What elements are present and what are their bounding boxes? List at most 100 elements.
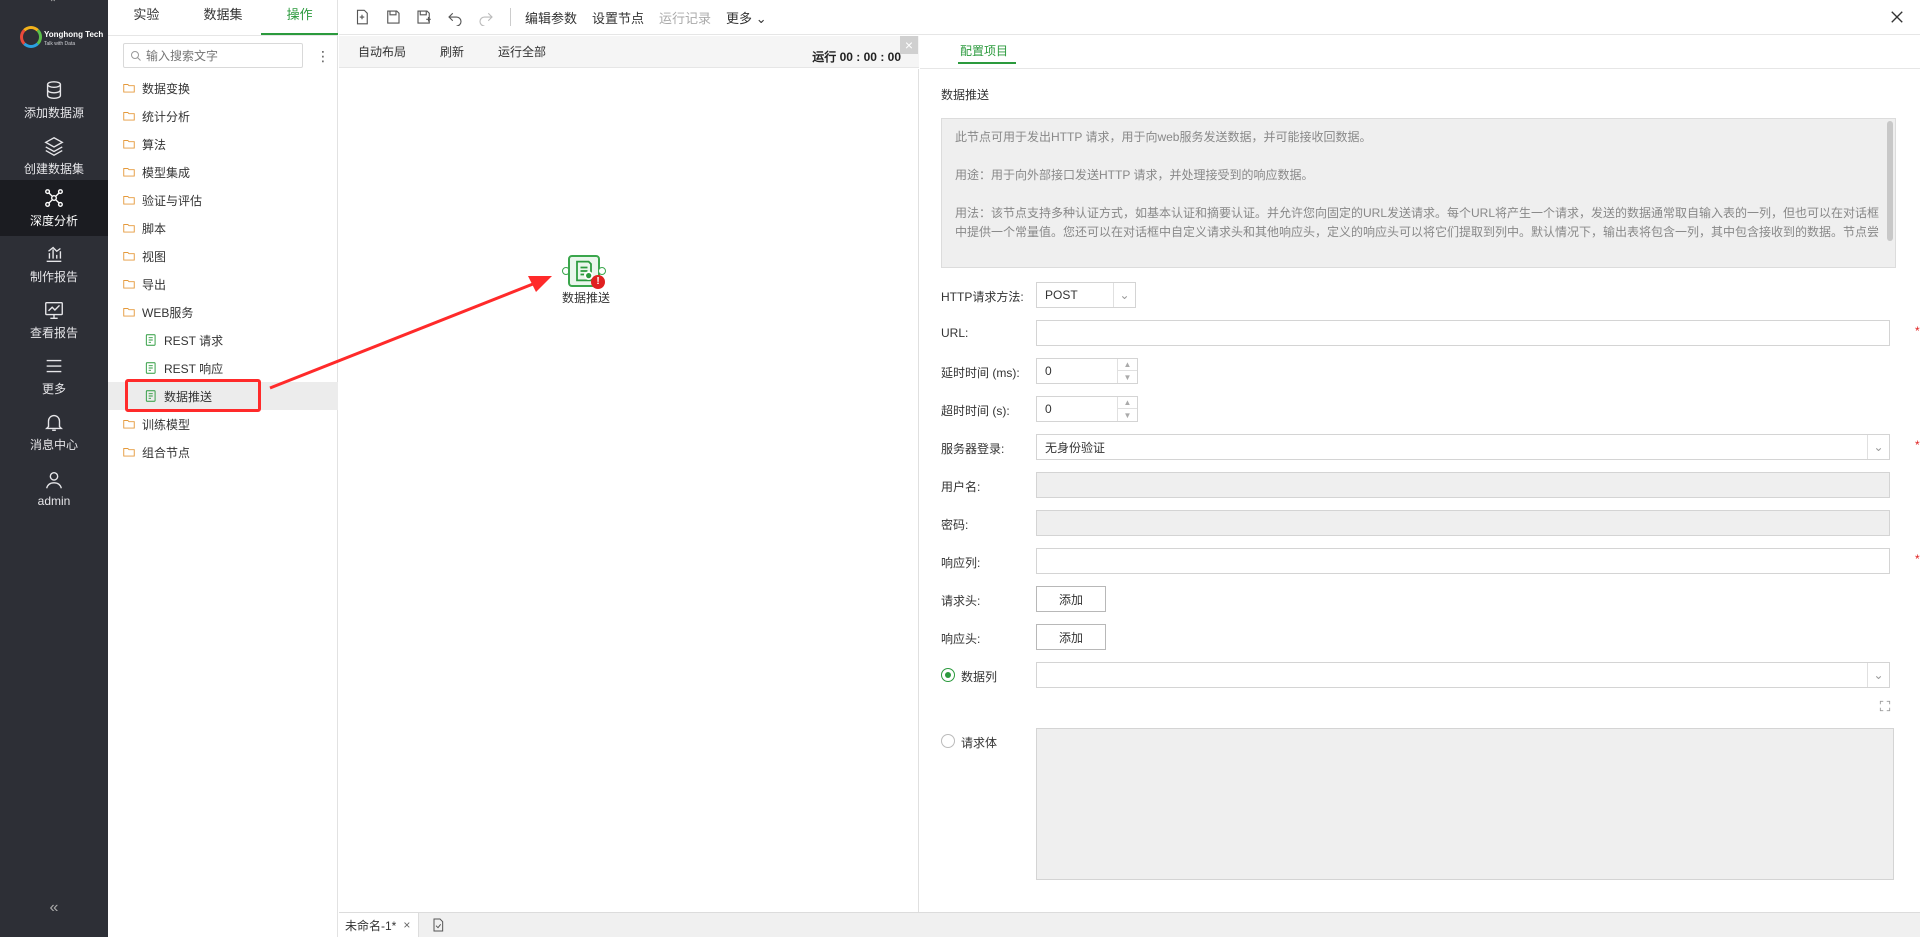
tree-folder[interactable]: 算法: [108, 130, 338, 158]
tree-folder[interactable]: 验证与评估: [108, 186, 338, 214]
folder-icon: [123, 280, 135, 289]
tree-folder[interactable]: 数据变换: [108, 74, 338, 102]
brand-logo[interactable]: Yonghong Tech Talk with Data: [0, 22, 108, 62]
stepper-up-icon[interactable]: ▲: [1118, 397, 1137, 409]
section-title: 数据推送: [941, 88, 990, 102]
tree-folder[interactable]: 模型集成: [108, 158, 338, 186]
more-vertical-icon[interactable]: ⋮: [316, 47, 330, 65]
tree-folder[interactable]: 视图: [108, 242, 338, 270]
tree-folder[interactable]: 导出: [108, 270, 338, 298]
redo-icon[interactable]: [477, 8, 495, 26]
nav-label: 更多: [41, 382, 66, 396]
folder-icon: [123, 196, 135, 205]
nav-message-center[interactable]: 消息中心: [0, 404, 108, 460]
field-request-header: 请求头: 添加: [941, 586, 1916, 612]
tree-folder-label: 训练模型: [142, 417, 191, 432]
tree-folder[interactable]: 脚本: [108, 214, 338, 242]
chevron-up-icon[interactable]: ⌃: [46, 0, 60, 9]
delay-label: 延时时间 (ms):: [941, 366, 1020, 380]
data-column-label: 数据列: [961, 670, 998, 684]
nav-label: 添加数据源: [23, 106, 84, 120]
username-input[interactable]: [1036, 472, 1890, 498]
stepper-up-icon[interactable]: ▲: [1118, 359, 1137, 371]
stepper-buttons: ▲ ▼: [1117, 397, 1137, 421]
collapse-panel-icon[interactable]: ×: [900, 36, 918, 54]
more-button[interactable]: 更多 ⌄: [726, 8, 767, 27]
bell-icon: [45, 414, 63, 431]
refresh-button[interactable]: 刷新: [440, 43, 464, 60]
run-timer-label: 运行: [812, 50, 837, 64]
tab-config[interactable]: 配置项目: [958, 42, 1017, 64]
url-input[interactable]: [1036, 320, 1890, 346]
tree-node-item[interactable]: REST 响应: [108, 354, 338, 382]
edit-params-button[interactable]: 编辑参数: [525, 8, 577, 27]
node-label: 数据推送: [561, 291, 610, 305]
stepper-down-icon[interactable]: ▼: [1118, 409, 1137, 421]
search-input[interactable]: [146, 48, 296, 63]
login-select[interactable]: 无身份验证 ⌄: [1036, 434, 1890, 460]
tree-node-label: REST 响应: [164, 361, 224, 376]
delay-stepper[interactable]: 0 ▲ ▼: [1036, 358, 1138, 384]
expand-icon[interactable]: [1878, 699, 1892, 713]
nav-user-admin[interactable]: admin: [0, 460, 108, 516]
undo-icon[interactable]: [446, 8, 464, 26]
set-node-button[interactable]: 设置节点: [592, 8, 644, 27]
nav-view-report[interactable]: 查看报告: [0, 292, 108, 348]
tree-folder-label: WEB服务: [142, 305, 194, 320]
save-icon[interactable]: [384, 8, 402, 26]
tree-folder[interactable]: 训练模型: [108, 410, 338, 438]
tab-experiment[interactable]: 实验: [108, 0, 185, 35]
tree-folder[interactable]: 统计分析: [108, 102, 338, 130]
search-icon: [131, 50, 141, 61]
collapse-nav-icon[interactable]: «: [0, 899, 108, 917]
data-column-select[interactable]: ⌄: [1036, 662, 1890, 688]
nav-more[interactable]: 更多: [0, 348, 108, 404]
run-history-button[interactable]: 运行记录: [659, 8, 711, 27]
tree-folder[interactable]: 组合节点: [108, 438, 338, 466]
timeout-value: 0: [1045, 402, 1052, 416]
timeout-stepper[interactable]: 0 ▲ ▼: [1036, 396, 1138, 422]
required-mark: *: [1915, 324, 1920, 338]
field-username: 用户名:: [941, 472, 1916, 498]
tab-operations[interactable]: 操作: [261, 0, 339, 35]
nav-create-dataset[interactable]: 创建数据集: [0, 128, 108, 184]
more-label: 更多: [726, 10, 753, 26]
canvas-toolbar: 自动布局 刷新 运行全部 运行 00 : 00 : 00: [339, 36, 919, 68]
output-port[interactable]: [598, 267, 606, 275]
nav-deep-analysis[interactable]: 深度分析: [0, 180, 108, 236]
flow-node-data-push[interactable]: ! 数据推送: [562, 255, 610, 305]
password-input[interactable]: [1036, 510, 1890, 536]
nav-make-report[interactable]: 制作报告: [0, 236, 108, 292]
workflow-canvas[interactable]: × ! 数据推送: [339, 36, 919, 912]
username-label: 用户名:: [941, 480, 981, 494]
logo-ring-icon: [20, 26, 42, 48]
new-tab-icon[interactable]: [429, 917, 447, 933]
scrollbar[interactable]: [1887, 121, 1893, 241]
chevron-down-icon: ⌄: [755, 10, 767, 26]
document-tab[interactable]: 未命名-1* ×: [339, 913, 420, 937]
close-icon[interactable]: [1888, 8, 1906, 26]
response-column-input[interactable]: [1036, 548, 1890, 574]
nav-label: 查看报告: [29, 326, 78, 340]
stepper-down-icon[interactable]: ▼: [1118, 371, 1137, 383]
tree-folder[interactable]: WEB服务: [108, 298, 338, 326]
operations-tree-panel: 实验 数据集 操作 ⋮ 数据变换统计分析算法模型集成验证与评估脚本视图导出 WEB…: [108, 0, 339, 937]
new-file-icon[interactable]: [353, 8, 371, 26]
nav-add-datasource[interactable]: 添加数据源: [0, 72, 108, 128]
add-request-header-button[interactable]: 添加: [1036, 586, 1106, 612]
folder-icon: [123, 112, 135, 121]
tree-node-item[interactable]: REST 请求: [108, 326, 338, 354]
chevron-down-icon: ⌄: [1867, 663, 1889, 687]
nav-label: 消息中心: [29, 438, 78, 452]
auto-layout-button[interactable]: 自动布局: [358, 43, 406, 60]
run-all-button[interactable]: 运行全部: [498, 43, 546, 60]
request-body-textarea[interactable]: [1036, 728, 1894, 880]
close-tab-icon[interactable]: ×: [403, 918, 410, 932]
tab-dataset[interactable]: 数据集: [185, 0, 262, 35]
add-response-header-button[interactable]: 添加: [1036, 624, 1106, 650]
data-column-radio[interactable]: [941, 668, 955, 682]
tree-folder-label: 统计分析: [142, 109, 191, 124]
method-select[interactable]: POST ⌄: [1036, 282, 1136, 308]
save-as-icon[interactable]: [415, 8, 433, 26]
request-body-radio[interactable]: [941, 734, 955, 748]
